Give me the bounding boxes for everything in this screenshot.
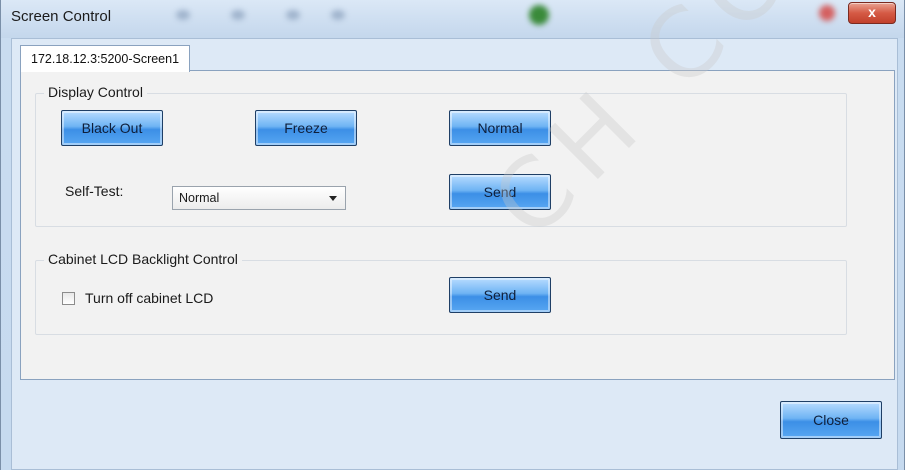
tab-page: Display Control Black Out Freeze Normal …	[20, 70, 895, 380]
close-label: Close	[813, 412, 849, 428]
normal-label: Normal	[477, 120, 523, 136]
display-control-title: Display Control	[44, 84, 147, 100]
close-button[interactable]: Close	[780, 401, 882, 439]
window-close-button[interactable]: x	[848, 2, 896, 24]
cabinet-lcd-title: Cabinet LCD Backlight Control	[44, 251, 242, 267]
close-icon: x	[868, 4, 876, 20]
chevron-down-icon	[329, 196, 337, 201]
screen-control-window: Screen Control x 172.18.12.3:5200-Screen…	[0, 0, 905, 470]
black-out-button[interactable]: Black Out	[61, 110, 163, 146]
self-test-send-button[interactable]: Send	[449, 174, 551, 210]
normal-button[interactable]: Normal	[449, 110, 551, 146]
turn-off-cabinet-lcd-label: Turn off cabinet LCD	[85, 290, 214, 306]
tab-screen1[interactable]: 172.18.12.3:5200-Screen1	[20, 45, 191, 72]
self-test-select[interactable]: Normal	[172, 186, 346, 210]
turn-off-cabinet-lcd-checkbox[interactable]	[62, 292, 75, 305]
titlebar-blur-mark	[176, 10, 190, 20]
black-out-label: Black Out	[81, 120, 143, 136]
titlebar-blur-mark	[331, 10, 345, 20]
titlebar-blur-green	[529, 5, 549, 25]
titlebar-blur-mark	[231, 10, 245, 20]
client-area: 172.18.12.3:5200-Screen1 Display Control…	[11, 38, 898, 470]
display-control-group: Display Control Black Out Freeze Normal …	[35, 84, 847, 227]
freeze-label: Freeze	[284, 120, 328, 136]
send-label: Send	[483, 287, 517, 303]
titlebar-blur-mark	[286, 10, 300, 20]
send-label: Send	[483, 184, 517, 200]
window-title: Screen Control	[11, 8, 112, 25]
titlebar-blur-red	[819, 5, 835, 21]
tab-label: 172.18.12.3:5200-Screen1	[31, 52, 180, 66]
self-test-value: Normal	[179, 191, 220, 205]
self-test-label: Self-Test:	[65, 183, 124, 199]
title-bar[interactable]: Screen Control x	[1, 0, 904, 38]
freeze-button[interactable]: Freeze	[255, 110, 357, 146]
cabinet-lcd-group: Cabinet LCD Backlight Control Turn off c…	[35, 251, 847, 335]
cabinet-lcd-send-button[interactable]: Send	[449, 277, 551, 313]
